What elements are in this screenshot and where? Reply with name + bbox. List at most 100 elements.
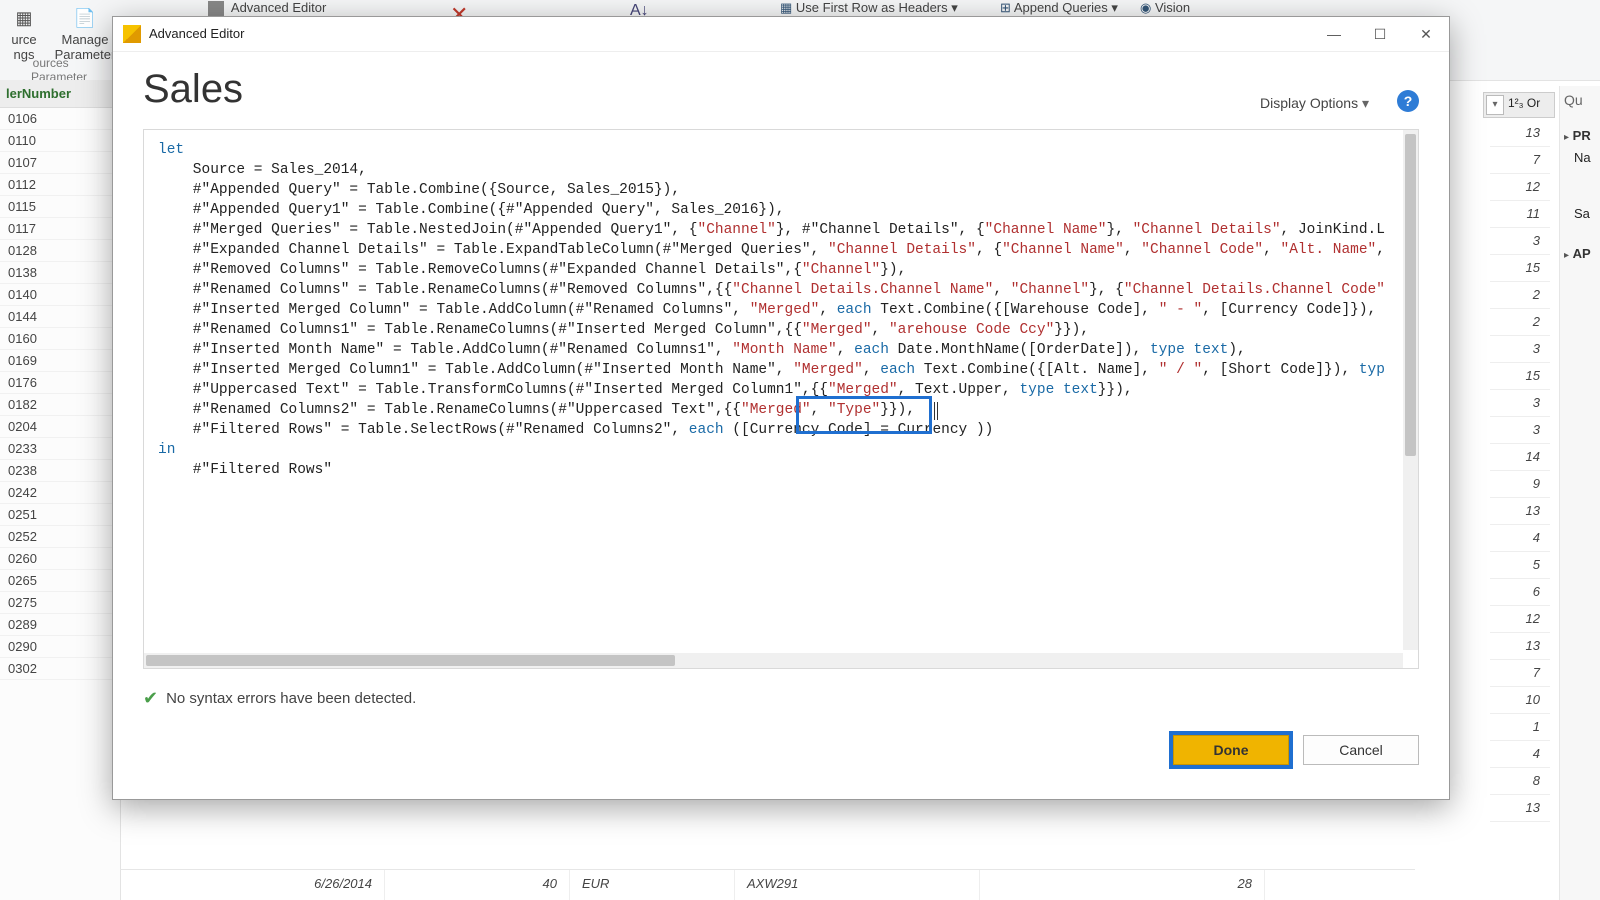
parameters-icon: 📄 <box>71 4 99 32</box>
grid-cell: 0138 <box>0 262 120 284</box>
grid-cell: 3 <box>1490 417 1550 444</box>
grid-cell: 0275 <box>0 592 120 614</box>
ribbon-first-row-headers[interactable]: ▦ Use First Row as Headers ▾ <box>780 0 958 16</box>
append-icon: ⊞ <box>1000 0 1011 15</box>
cell-code: AXW291 <box>735 870 980 900</box>
grid-cell: 4 <box>1490 741 1550 768</box>
scroll-thumb[interactable] <box>1405 134 1416 456</box>
text-cursor <box>934 402 938 420</box>
grid-cell: 0251 <box>0 504 120 526</box>
source-icon: ▦ <box>10 4 38 32</box>
grid-cell: 15 <box>1490 363 1550 390</box>
grid-cell: 0252 <box>0 526 120 548</box>
ribbon-manage-parameters[interactable]: 📄 Manage Parameter <box>50 0 120 62</box>
cell-date: 6/26/2014 <box>120 870 385 900</box>
grid-cell: 10 <box>1490 687 1550 714</box>
grid-cell: 11 <box>1490 201 1550 228</box>
left-column: lerNumber 010601100107011201150117012801… <box>0 80 121 900</box>
grid-cell: 3 <box>1490 390 1550 417</box>
grid-cell: 0289 <box>0 614 120 636</box>
right-number-column: 1371211315223153314913456121371014813 <box>1490 120 1550 900</box>
grid-cell: 8 <box>1490 768 1550 795</box>
grid-cell: 0242 <box>0 482 120 504</box>
column-header-or[interactable]: ▾ 1²₃ Or <box>1483 92 1555 118</box>
editor-hscroll[interactable] <box>144 653 1403 668</box>
grid-cell: 0144 <box>0 306 120 328</box>
syntax-status: ✔ No syntax errors have been detected. <box>143 688 416 709</box>
grid-cell: 0169 <box>0 350 120 372</box>
grid-cell: 0110 <box>0 130 120 152</box>
column-header-ordernumber[interactable]: lerNumber <box>0 80 120 108</box>
query-name-heading: Sales <box>143 67 243 112</box>
grid-cell: 13 <box>1490 795 1550 822</box>
grid-cell: 0238 <box>0 460 120 482</box>
grid-cell: 7 <box>1490 660 1550 687</box>
code-editor[interactable]: let Source = Sales_2014, #"Appended Quer… <box>143 129 1419 669</box>
powerbi-logo-icon <box>123 25 141 43</box>
chevron-down-icon: ▾ <box>951 0 958 15</box>
pane-label: Na <box>1574 150 1591 165</box>
queries-pane-title: Qu <box>1560 86 1600 114</box>
help-icon[interactable]: ? <box>1397 90 1419 112</box>
grid-cell: 9 <box>1490 471 1550 498</box>
ribbon-advanced-editor[interactable]: Advanced Editor <box>208 0 326 17</box>
grid-cell: 13 <box>1490 633 1550 660</box>
ribbon-label: Use First Row as Headers <box>796 0 948 15</box>
grid-cell: 0107 <box>0 152 120 174</box>
grid-cell: 12 <box>1490 606 1550 633</box>
dialog-title: Advanced Editor <box>149 17 244 51</box>
code-content[interactable]: let Source = Sales_2014, #"Appended Quer… <box>144 130 1418 490</box>
ribbon-label: Advanced Editor <box>231 0 326 15</box>
grid-cell: 0160 <box>0 328 120 350</box>
grid-cell: 12 <box>1490 174 1550 201</box>
minimize-button[interactable]: — <box>1311 17 1357 51</box>
grid-cell: 0233 <box>0 438 120 460</box>
grid-cell: 3 <box>1490 228 1550 255</box>
ribbon-label: Vision <box>1155 0 1190 15</box>
grid-cell: 13 <box>1490 498 1550 525</box>
grid-cell: 0112 <box>0 174 120 196</box>
pane-group[interactable]: PR <box>1573 128 1591 143</box>
grid-cell: 14 <box>1490 444 1550 471</box>
grid-cell: 15 <box>1490 255 1550 282</box>
grid-cell: 3 <box>1490 336 1550 363</box>
grid-cell: 6 <box>1490 579 1550 606</box>
ribbon-section: ources <box>33 56 69 70</box>
collapse-icon[interactable]: ▸ <box>1564 132 1569 143</box>
editor-icon <box>208 1 224 17</box>
close-button[interactable]: ✕ <box>1403 17 1449 51</box>
display-options-dropdown[interactable]: Display Options <box>1260 95 1369 112</box>
maximize-button[interactable]: ☐ <box>1357 17 1403 51</box>
grid-cell: 4 <box>1490 525 1550 552</box>
queries-pane: Qu ▸ PR Na Sa ▸ AP <box>1559 86 1600 900</box>
grid-cell: 0117 <box>0 218 120 240</box>
column-type-dropdown[interactable]: ▾ <box>1486 95 1504 115</box>
cell-n: 28 <box>980 870 1265 900</box>
ribbon-append-queries[interactable]: ⊞ Append Queries ▾ <box>1000 0 1118 16</box>
pane-item[interactable]: Sa <box>1574 206 1590 221</box>
done-button[interactable]: Done <box>1173 735 1289 765</box>
grid-cell: 13 <box>1490 120 1550 147</box>
grid-cell: 0176 <box>0 372 120 394</box>
grid-cell: 2 <box>1490 282 1550 309</box>
grid-cell: 0115 <box>0 196 120 218</box>
cancel-button[interactable]: Cancel <box>1303 735 1419 765</box>
grid-cell: 7 <box>1490 147 1550 174</box>
cell-qty: 40 <box>385 870 570 900</box>
scroll-thumb[interactable] <box>146 655 675 666</box>
grid-cell: 5 <box>1490 552 1550 579</box>
grid-cell: 0140 <box>0 284 120 306</box>
editor-vscroll[interactable] <box>1403 130 1418 650</box>
ribbon-label: Append Queries <box>1014 0 1108 15</box>
headers-icon: ▦ <box>780 0 792 15</box>
advanced-editor-dialog: Advanced Editor — ☐ ✕ Sales Display Opti… <box>112 16 1450 800</box>
cell-ccy: EUR <box>570 870 735 900</box>
status-text: No syntax errors have been detected. <box>166 690 416 707</box>
collapse-icon[interactable]: ▸ <box>1564 250 1569 261</box>
grid-cell: 2 <box>1490 309 1550 336</box>
ribbon-label: urce <box>11 32 36 47</box>
grid-cell: 0260 <box>0 548 120 570</box>
pane-group[interactable]: AP <box>1573 246 1591 261</box>
grid-cell: 0302 <box>0 658 120 680</box>
ribbon-vision[interactable]: ◉ Vision <box>1140 0 1190 16</box>
